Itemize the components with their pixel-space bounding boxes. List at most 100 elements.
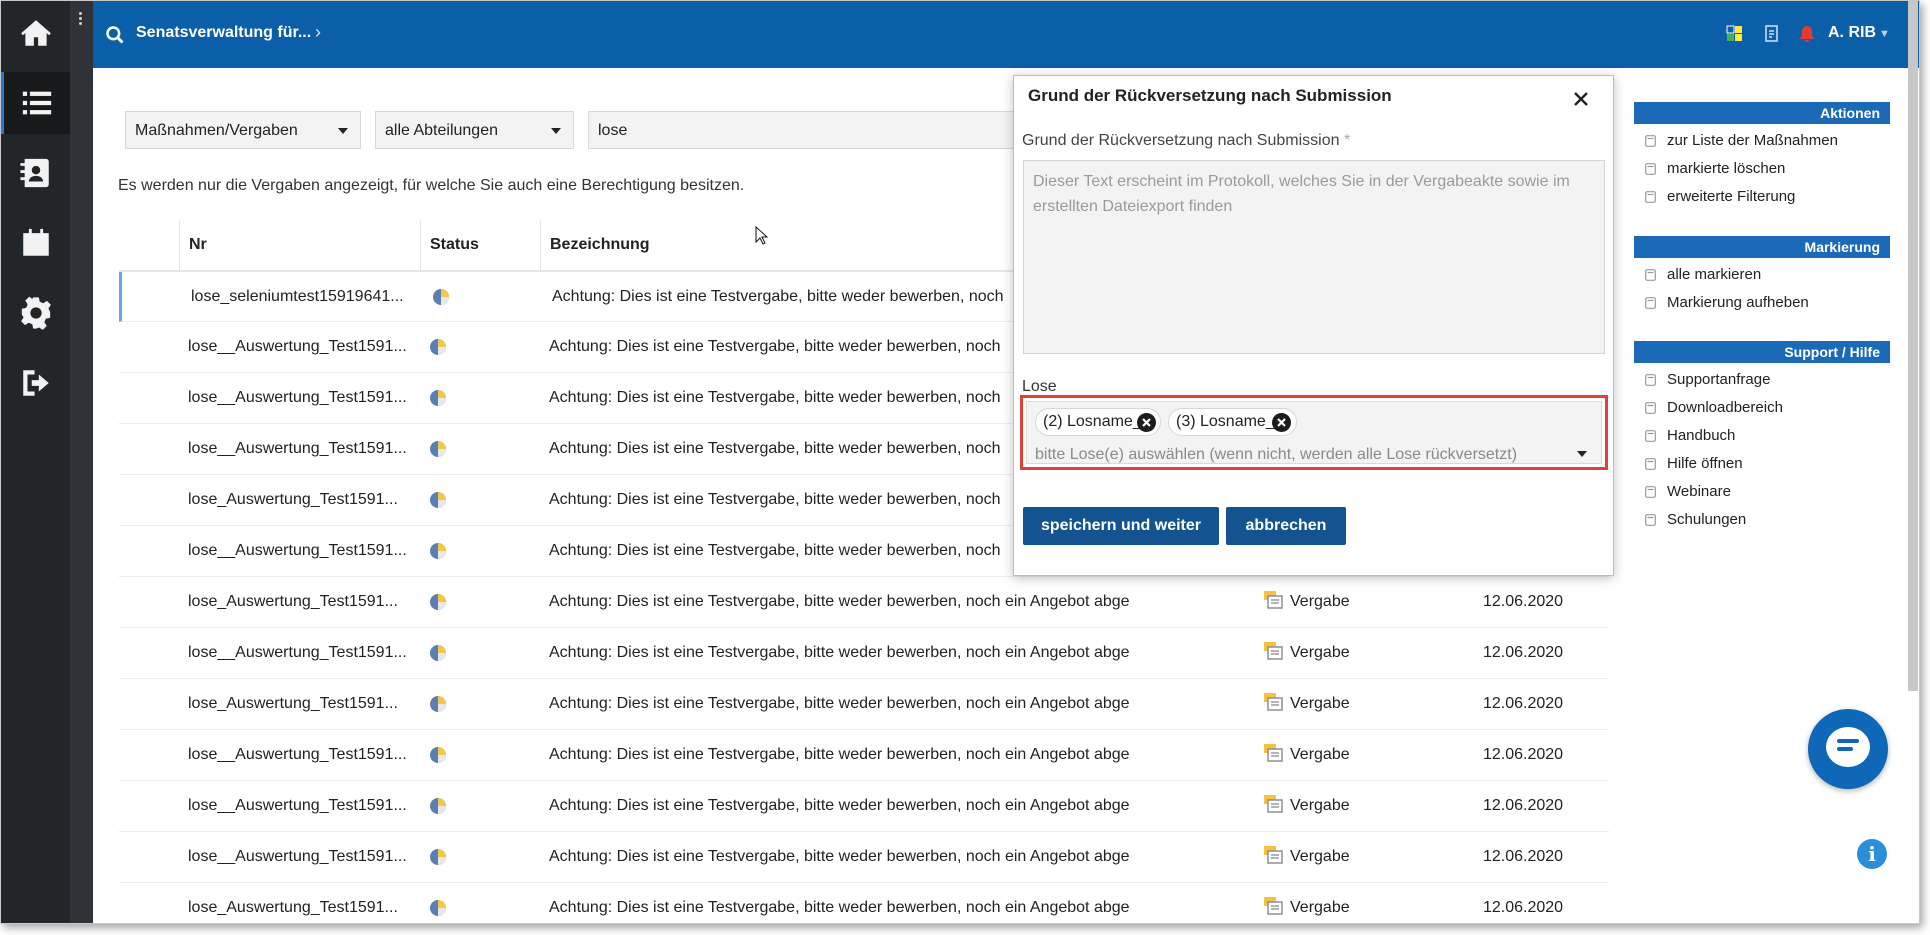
save-continue-button[interactable]: speichern und weiter (1023, 507, 1219, 545)
cell-nr[interactable]: lose_seleniumtest15919641... (191, 272, 429, 322)
panel-link[interactable]: Markierung aufheben (1634, 289, 1890, 317)
cell-nr[interactable]: lose__Auswertung_Test1591... (188, 832, 426, 882)
remove-chip-icon[interactable] (1272, 413, 1291, 432)
cell-nr[interactable]: lose_Auswertung_Test1591... (188, 475, 426, 525)
panel-link[interactable]: markierte löschen (1634, 155, 1890, 183)
panel-link[interactable]: zur Liste der Maßnahmen (1634, 127, 1890, 155)
cell-nr[interactable]: lose__Auswertung_Test1591... (188, 424, 426, 474)
status-pie-icon (433, 289, 449, 305)
column-header-status[interactable]: Status (420, 220, 540, 270)
nav-settings[interactable] (1, 282, 70, 344)
info-icon[interactable]: i (1857, 839, 1887, 869)
select-column-header[interactable] (119, 220, 179, 270)
lose-placeholder: bitte Lose(e) auswählen (wenn nicht, wer… (1035, 446, 1518, 463)
panel-link[interactable]: Supportanfrage (1634, 366, 1890, 394)
close-icon[interactable] (1570, 88, 1592, 110)
nav-home[interactable] (1, 2, 70, 64)
table-row[interactable]: lose__Auswertung_Test1591... Achtung: Die… (119, 628, 1609, 679)
bookmark-icon (1645, 402, 1656, 414)
bookmark-icon (1645, 430, 1656, 442)
cell-nr[interactable]: lose__Auswertung_Test1591... (188, 373, 426, 423)
reason-textarea[interactable] (1023, 160, 1605, 354)
vergabe-icon (1264, 642, 1283, 660)
cell-bezeichnung: Achtung: Dies ist eine Testvergabe, bitt… (549, 848, 1129, 865)
cell-typ: Vergabe (1290, 899, 1350, 916)
nav-contacts[interactable] (1, 142, 70, 204)
bell-icon[interactable] (1798, 25, 1816, 43)
panel-link-label: Supportanfrage (1667, 371, 1771, 388)
panel-link[interactable]: erweiterte Filterung (1634, 183, 1890, 211)
sidebar-handle[interactable] (70, 1, 93, 923)
apps-icon[interactable] (1726, 25, 1744, 43)
status-pie-icon (430, 543, 446, 559)
panel-link[interactable]: Webinare (1634, 478, 1890, 506)
cell-nr[interactable]: lose__Auswertung_Test1591... (188, 781, 426, 831)
cell-datum: 12.06.2020 (1483, 644, 1564, 661)
bookmark-icon (1645, 458, 1656, 470)
table-row[interactable]: lose__Auswertung_Test1591... Achtung: Die… (119, 730, 1609, 781)
cancel-button[interactable]: abbrechen (1226, 507, 1346, 545)
search-input[interactable]: lose (588, 111, 1018, 149)
more-vertical-icon[interactable] (79, 12, 83, 27)
nav-calendar[interactable] (1, 212, 70, 274)
panel-aktionen: Aktionen zur Liste der Maßnahmen markiert… (1634, 102, 1890, 211)
gear-icon (20, 296, 51, 330)
department-select[interactable]: alle Abteilungen (375, 111, 574, 149)
category-value: Maßnahmen/Vergaben (135, 122, 298, 139)
bookmark-icon (1645, 269, 1656, 281)
panel-link[interactable]: Downloadbereich (1634, 394, 1890, 422)
table-row[interactable]: lose_Auswertung_Test1591... Achtung: Dies… (119, 679, 1609, 730)
cell-nr[interactable]: lose_Auswertung_Test1591... (188, 883, 426, 923)
table-row[interactable]: lose__Auswertung_Test1591... Achtung: Die… (119, 832, 1609, 883)
chat-button[interactable] (1808, 709, 1888, 789)
search-icon[interactable] (105, 25, 125, 45)
cell-nr[interactable]: lose_Auswertung_Test1591... (188, 679, 426, 729)
lose-chip: (2) Losname_2 (1035, 408, 1161, 436)
reason-label-text: Grund der Rückversetzung nach Submission (1022, 132, 1340, 149)
column-header-nr[interactable]: Nr (179, 220, 420, 270)
department-value: alle Abteilungen (385, 122, 498, 139)
nav-logout[interactable] (1, 352, 70, 414)
home-icon (20, 20, 51, 46)
cell-nr[interactable]: lose__Auswertung_Test1591... (188, 628, 426, 678)
breadcrumb-title[interactable]: Senatsverwaltung für... (136, 24, 311, 42)
cell-nr[interactable]: lose__Auswertung_Test1591... (188, 322, 426, 372)
cell-nr[interactable]: lose_Auswertung_Test1591... (188, 577, 426, 627)
panel-link[interactable]: Hilfe öffnen (1634, 450, 1890, 478)
panel-header-support: Support / Hilfe (1634, 341, 1890, 363)
dropdown-arrow-icon[interactable] (1577, 451, 1587, 457)
cell-typ: Vergabe (1290, 593, 1350, 610)
panel-link[interactable]: alle markieren (1634, 261, 1890, 289)
cell-typ: Vergabe (1290, 695, 1350, 712)
panel-markierung: Markierung alle markieren Markierung aufh… (1634, 236, 1890, 317)
user-menu[interactable]: A. RIB ▼ (1828, 24, 1890, 42)
table-row[interactable]: lose_Auswertung_Test1591... Achtung: Dies… (119, 577, 1609, 628)
panel-link[interactable]: Schulungen (1634, 506, 1890, 534)
chip-label: (2) Losname_2 (1043, 413, 1151, 430)
remove-chip-icon[interactable] (1137, 413, 1156, 432)
panel-link[interactable]: Handbuch (1634, 422, 1890, 450)
cell-nr[interactable]: lose__Auswertung_Test1591... (188, 730, 426, 780)
cell-bezeichnung: Achtung: Dies ist eine Testvergabe, bitt… (549, 593, 1129, 610)
document-export-icon[interactable] (1763, 25, 1781, 43)
cell-bezeichnung: Achtung: Dies ist eine Testvergabe, bitt… (549, 899, 1129, 916)
vergabe-icon (1264, 897, 1283, 915)
nav-list[interactable] (1, 72, 70, 134)
cell-typ: Vergabe (1290, 848, 1350, 865)
chevron-right-icon: › (315, 22, 321, 42)
category-select[interactable]: Maßnahmen/Vergaben (125, 111, 361, 149)
table-row[interactable]: lose__Auswertung_Test1591... Achtung: Die… (119, 781, 1609, 832)
table-row[interactable]: lose_Auswertung_Test1591... Achtung: Dies… (119, 883, 1609, 923)
bookmark-icon (1645, 297, 1656, 309)
cell-nr[interactable]: lose__Auswertung_Test1591... (188, 526, 426, 576)
cell-bezeichnung: Achtung: Dies ist eine Testvergabe, bitt… (549, 797, 1129, 814)
bookmark-icon (1645, 163, 1656, 175)
vergabe-icon (1264, 591, 1283, 609)
lose-highlight: (2) Losname_2 (3) Losname_3 bitte Lose(e… (1020, 395, 1608, 470)
lose-multiselect[interactable]: (2) Losname_2 (3) Losname_3 bitte Lose(e… (1026, 401, 1602, 464)
cell-datum: 12.06.2020 (1483, 797, 1564, 814)
top-header: Senatsverwaltung für... › A. RIB ▼ (93, 1, 1919, 68)
bookmark-icon (1645, 374, 1656, 386)
scrollbar[interactable] (1908, 1, 1918, 691)
logout-icon (22, 370, 49, 396)
